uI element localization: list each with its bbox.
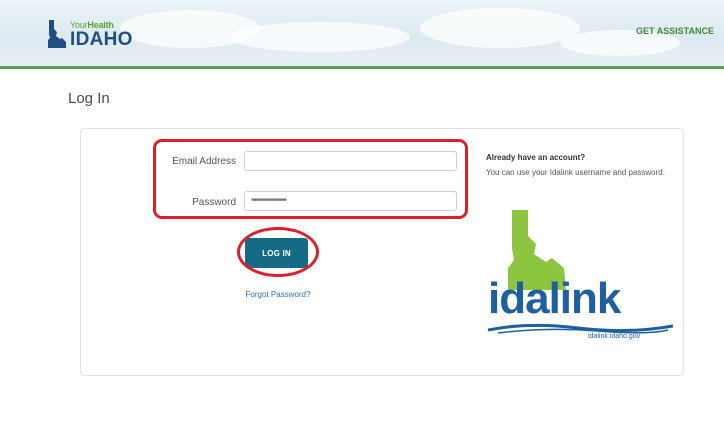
forgot-password-link[interactable]: Forgot Password?	[228, 290, 328, 299]
logo-wordmark: IDAHO	[70, 29, 133, 50]
login-button-highlight	[237, 227, 319, 277]
get-assistance-link[interactable]: GET ASSISTANCE	[636, 26, 714, 36]
existing-account-heading: Already have an account?	[486, 153, 586, 162]
site-header: YourHealth IDAHO GET ASSISTANCE	[0, 0, 724, 66]
existing-account-text: You can use your Idalink username and pa…	[486, 168, 665, 177]
page-title: Log In	[68, 90, 110, 107]
wave-icon	[488, 323, 673, 334]
idalink-wordmark: idalink	[488, 274, 621, 323]
idalink-url: idalink.idaho.gov	[588, 333, 641, 340]
your-health-idaho-logo[interactable]: YourHealth IDAHO	[46, 20, 156, 60]
header-cloud	[230, 22, 410, 52]
header-cloud	[420, 8, 580, 48]
idaho-state-icon	[48, 20, 66, 48]
credentials-highlight	[153, 139, 468, 219]
idalink-logo[interactable]: idalink idalink.idaho.gov	[488, 210, 673, 350]
header-divider	[0, 66, 724, 69]
